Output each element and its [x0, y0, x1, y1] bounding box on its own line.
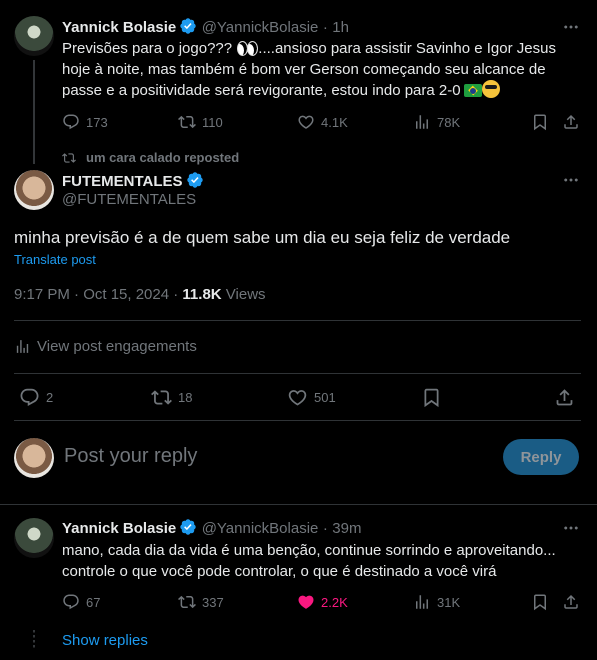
repost-action[interactable]: 337 — [178, 593, 224, 611]
avatar — [14, 438, 54, 478]
repost-banner[interactable]: um cara calado reposted — [62, 150, 239, 165]
reply-action[interactable]: 67 — [62, 593, 100, 611]
author-name[interactable]: Yannick Bolasie — [62, 19, 176, 36]
like-action[interactable]: 4.1K — [297, 113, 348, 131]
reply-icon — [62, 593, 80, 611]
like-icon — [297, 113, 315, 131]
reply-action[interactable]: 2 — [19, 387, 53, 408]
repost-action[interactable]: 18 — [151, 387, 192, 408]
more-icon[interactable] — [562, 171, 580, 189]
repost-icon — [178, 113, 196, 131]
bookmark-icon[interactable] — [421, 387, 442, 408]
show-replies-link[interactable]: Show replies — [62, 632, 148, 649]
repost-icon — [178, 593, 196, 611]
post-time[interactable]: 1h — [332, 19, 349, 36]
divider — [14, 373, 581, 374]
separator-dot: · — [322, 520, 328, 537]
post-meta: 9:17 PM · Oct 15, 2024 · 11.8K Views — [14, 286, 266, 303]
views-action[interactable]: 78K — [413, 113, 460, 131]
avatar[interactable] — [14, 16, 54, 56]
views-count: 11.8K — [182, 286, 222, 303]
author-name[interactable]: Yannick Bolasie — [62, 520, 176, 537]
views-icon — [413, 593, 431, 611]
bookmark-icon[interactable] — [531, 593, 549, 611]
verified-badge-icon — [179, 518, 197, 536]
share-icon[interactable] — [554, 387, 575, 408]
avatar[interactable] — [14, 518, 54, 558]
sunglasses-emoji-icon — [481, 80, 500, 98]
flag-brazil-icon — [463, 84, 482, 97]
like-action-active[interactable]: 2.2K — [297, 593, 348, 611]
like-icon — [287, 387, 308, 408]
post-text: minha previsão é a de quem sabe um dia e… — [14, 228, 511, 247]
post-text: mano, cada dia da vida é uma benção, con… — [62, 542, 556, 580]
view-engagements-link[interactable]: View post engagements — [14, 338, 197, 355]
divider — [14, 420, 581, 421]
repost-icon — [151, 387, 172, 408]
post-time[interactable]: 39m — [332, 520, 361, 537]
divider — [14, 320, 581, 321]
share-icon[interactable] — [562, 593, 580, 611]
bookmark-icon[interactable] — [531, 113, 549, 131]
post-text: Previsões para o jogo??? ....ansioso par… — [62, 40, 556, 99]
author-handle[interactable]: @YannickBolasie — [202, 19, 319, 36]
author-name[interactable]: FUTEMENTALES — [62, 173, 183, 190]
reply-action[interactable]: 173 — [62, 113, 108, 131]
timestamp[interactable]: 9:17 PM · Oct 15, 2024 · — [14, 286, 182, 303]
reply-input[interactable]: Post your reply — [64, 445, 197, 468]
reply-button[interactable]: Reply — [503, 439, 579, 475]
thread-connector — [33, 60, 35, 164]
verified-badge-icon — [186, 171, 204, 189]
repost-action[interactable]: 110 — [178, 113, 223, 131]
like-filled-icon — [297, 593, 315, 611]
views-icon — [413, 113, 431, 131]
share-icon[interactable] — [562, 113, 580, 131]
thread-dots — [33, 630, 35, 650]
author-handle[interactable]: @YannickBolasie — [202, 520, 319, 537]
views-action[interactable]: 31K — [413, 593, 460, 611]
repost-icon — [62, 151, 76, 165]
avatar[interactable] — [14, 170, 54, 210]
more-icon[interactable] — [562, 18, 580, 36]
views-icon — [14, 338, 31, 355]
author-handle[interactable]: @FUTEMENTALES — [62, 191, 196, 208]
translate-post-link[interactable]: Translate post — [14, 252, 96, 267]
reply-icon — [62, 113, 80, 131]
like-action[interactable]: 501 — [287, 387, 336, 408]
divider — [0, 504, 597, 505]
verified-badge-icon — [179, 17, 197, 35]
more-icon[interactable] — [562, 519, 580, 537]
eyes-emoji-icon — [236, 41, 259, 56]
separator-dot: · — [322, 19, 328, 36]
reply-icon — [19, 387, 40, 408]
views-label: Views — [221, 286, 266, 303]
